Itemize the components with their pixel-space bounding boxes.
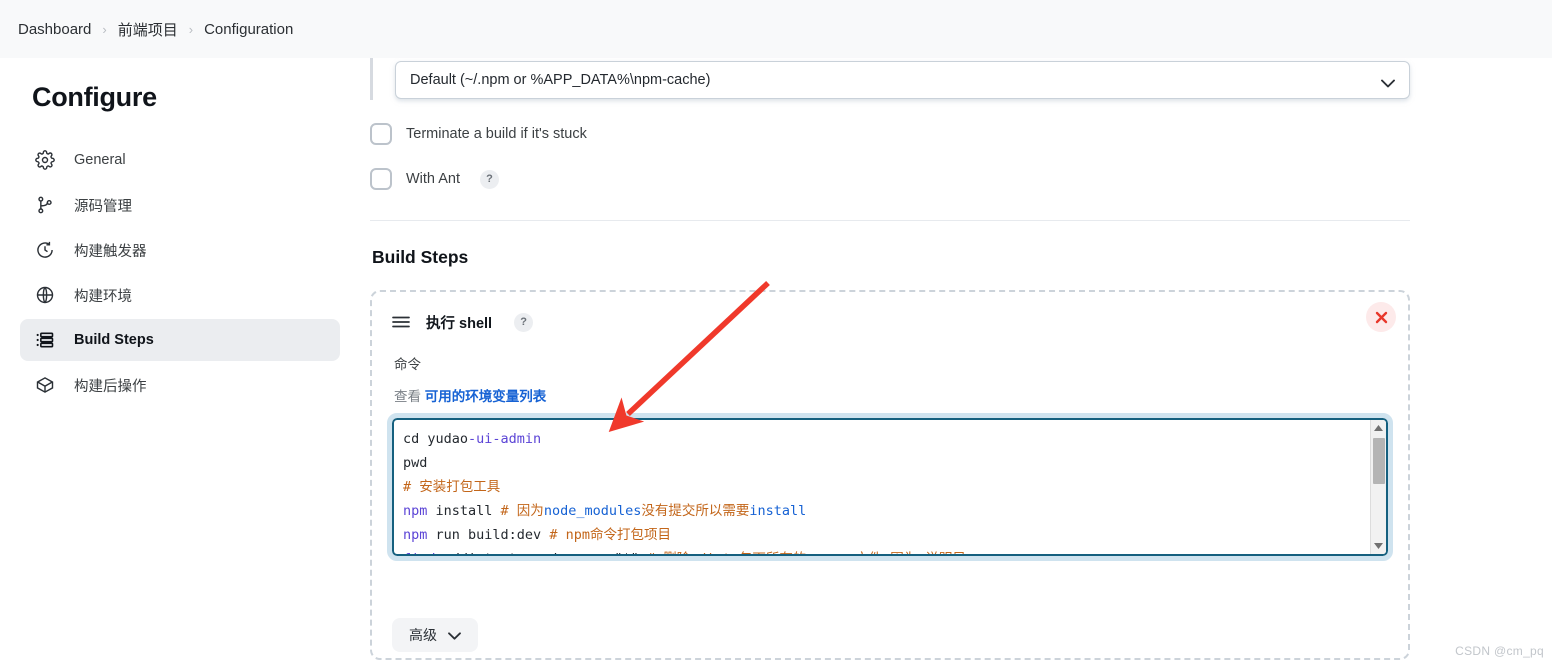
help-icon[interactable]: ? (514, 312, 534, 332)
breadcrumb: Dashboard › 前端项目 › Configuration (0, 0, 1552, 58)
clock-icon (34, 239, 56, 261)
sidebar-item-label: 源码管理 (74, 198, 132, 215)
breadcrumb-item-configuration[interactable]: Configuration (204, 21, 293, 38)
scroll-down-icon[interactable] (1371, 538, 1386, 554)
build-step-title: 执行 shell (426, 315, 493, 332)
terminate-build-checkbox[interactable] (370, 123, 392, 145)
code-line: npm run build:dev # npm命令打包项目 (403, 523, 1386, 547)
env-prefix-label: 查看 (394, 389, 421, 404)
main-content: Default (~/.npm or %APP_DATA%\npm-cache)… (360, 58, 1552, 664)
code-token: ./dist -type d -name "*" (436, 551, 647, 554)
env-variables-line: 查看 可用的环境变量列表 (394, 385, 1388, 405)
breadcrumb-separator-icon: › (102, 21, 107, 37)
command-label: 命令 (394, 357, 421, 372)
list-icon (34, 329, 56, 351)
sidebar-item-label: 构建环境 (74, 288, 132, 305)
globe-icon (34, 284, 56, 306)
sidebar-item-label: Build Steps (74, 332, 154, 348)
with-ant-label: With Ant (406, 171, 460, 187)
terminate-build-row: Terminate a build if it's stuck (360, 123, 1432, 145)
watermark: CSDN @cm_pq (1455, 644, 1544, 658)
build-steps-heading: Build Steps (372, 247, 469, 267)
sidebar-item-build-steps[interactable]: Build Steps (20, 319, 340, 361)
code-token: node_modules (543, 503, 642, 519)
npm-cache-field-row: Default (~/.npm or %APP_DATA%\npm-cache) (360, 58, 1432, 100)
code-token: npm (403, 503, 428, 519)
sidebar-item-scm[interactable]: 源码管理 (20, 184, 340, 226)
code-token: -ui (468, 431, 493, 447)
npm-cache-select-value: Default (~/.npm or %APP_DATA%\npm-cache) (410, 72, 711, 88)
code-line: npm install # 因为node_modules没有提交所以需要inst… (403, 499, 1386, 523)
advanced-button[interactable]: 高级 (392, 618, 478, 652)
terminate-build-label: Terminate a build if it's stuck (406, 126, 587, 142)
code-token: npm (403, 527, 428, 543)
code-token: install (427, 503, 501, 519)
chevron-down-icon (448, 627, 461, 643)
code-token: # 因为 (500, 503, 544, 519)
sidebar-item-label: 构建触发器 (74, 243, 147, 260)
scroll-up-icon[interactable] (1371, 420, 1386, 436)
code-token: pwd (403, 455, 428, 471)
scrollbar-thumb[interactable] (1372, 438, 1385, 484)
code-line: # 安装打包工具 (403, 475, 1386, 499)
gear-icon (34, 149, 56, 171)
npm-cache-select[interactable]: Default (~/.npm or %APP_DATA%\npm-cache) (395, 61, 1410, 99)
sidebar-item-build-triggers[interactable]: 构建触发器 (20, 229, 340, 271)
build-step-header: 执行 shell ? (392, 310, 1388, 334)
with-ant-row: With Ant ? (360, 168, 1432, 190)
code-line: cd yudao-ui-admin (403, 427, 1386, 451)
sidebar-item-build-environment[interactable]: 构建环境 (20, 274, 340, 316)
package-icon (34, 374, 56, 396)
code-token: cd yudao (403, 431, 469, 447)
section-divider (370, 220, 1410, 221)
code-token: -admin (492, 431, 542, 447)
hamburger-drag-icon[interactable] (392, 315, 410, 329)
chevron-down-icon (1381, 76, 1395, 87)
code-token: install (749, 503, 807, 519)
sidebar-item-label: General (74, 152, 126, 168)
close-icon[interactable] (1366, 302, 1396, 332)
code-line: find ./dist -type d -name "*" # 删除 dist … (403, 547, 1386, 554)
with-ant-checkbox[interactable] (370, 168, 392, 190)
shell-command-editor[interactable]: cd yudao-ui-admin pwd # 安装打包工具 npm install … (387, 413, 1393, 561)
code-line: pwd (403, 451, 1386, 475)
breadcrumb-separator-icon: › (188, 21, 194, 37)
env-variables-link[interactable]: 可用的环境变量列表 (425, 389, 547, 404)
advanced-button-label: 高级 (409, 627, 437, 643)
editor-scrollbar[interactable] (1370, 420, 1386, 554)
sidebar: Configure General 源码管理 构建触发器 构建环境 Build … (0, 58, 360, 664)
shell-command-code[interactable]: cd yudao-ui-admin pwd # 安装打包工具 npm install … (394, 420, 1386, 554)
field-indicator-bar (370, 58, 373, 100)
code-token: run build:dev (427, 527, 550, 543)
code-token: find (403, 551, 436, 554)
code-token: # npm命令打包项目 (549, 527, 671, 543)
breadcrumb-item-dashboard[interactable]: Dashboard (18, 21, 91, 38)
sidebar-item-label: 构建后操作 (74, 378, 147, 395)
branch-icon (34, 194, 56, 216)
sidebar-item-general[interactable]: General (20, 139, 340, 181)
sidebar-item-post-build[interactable]: 构建后操作 (20, 364, 340, 406)
build-step-card: 执行 shell ? 命令 查看 可用的环境变量列表 cd yudao-ui-a… (370, 290, 1410, 660)
code-token: # 删除 dist 包下所有的 .map 文件,因为 说明目... (647, 551, 990, 554)
breadcrumb-item-project[interactable]: 前端项目 (118, 19, 178, 40)
page-title: Configure (32, 82, 157, 112)
help-icon[interactable]: ? (480, 169, 499, 189)
code-token: 没有提交所以需要 (641, 503, 750, 519)
code-token: # 安装打包工具 (403, 479, 501, 495)
